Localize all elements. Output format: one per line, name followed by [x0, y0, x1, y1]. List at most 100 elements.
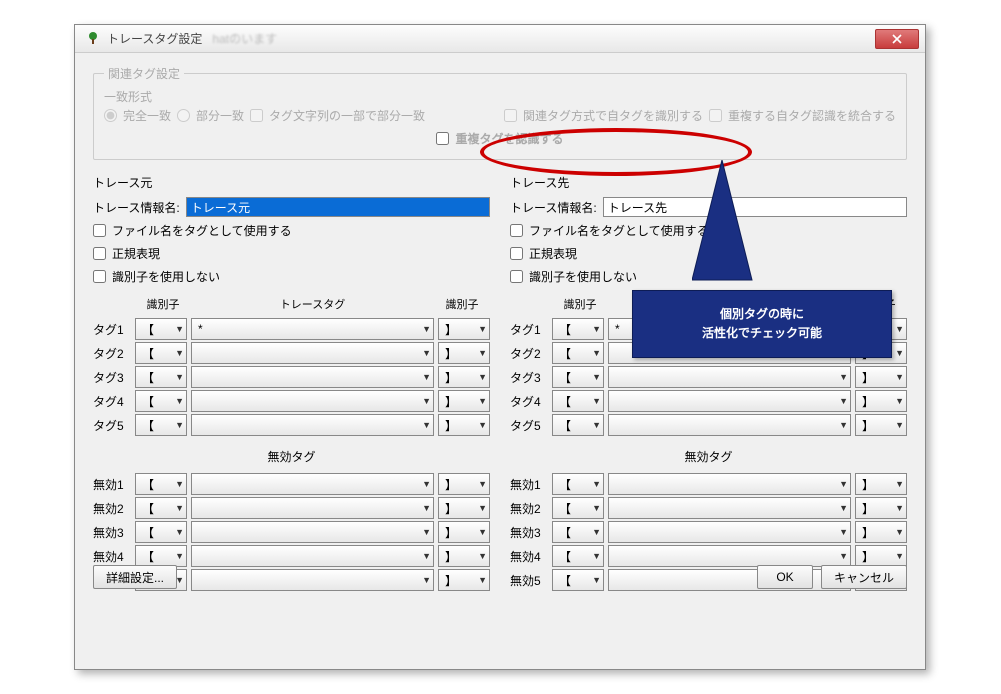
tag-combo[interactable]: ▼	[608, 473, 851, 495]
source-chk-regex[interactable]: 正規表現	[93, 245, 490, 262]
chevron-down-icon: ▼	[839, 503, 848, 513]
id-left-combo[interactable]: 【▼	[552, 390, 604, 412]
cancel-button[interactable]: キャンセル	[821, 565, 907, 589]
ok-button[interactable]: OK	[757, 565, 813, 589]
detail-button[interactable]: 詳細設定...	[93, 565, 177, 589]
dest-chk-no-ident-input[interactable]	[510, 270, 523, 283]
table-row: 無効4 【▼ ▼ 】▼	[93, 545, 490, 567]
close-button[interactable]	[875, 29, 919, 49]
id-right-combo[interactable]: 】▼	[438, 473, 490, 495]
id-right-combo[interactable]: 】▼	[855, 390, 907, 412]
id-right-combo[interactable]: 】▼	[855, 366, 907, 388]
id-right-combo[interactable]: 】▼	[855, 497, 907, 519]
tag-combo[interactable]: ▼	[608, 366, 851, 388]
titlebar: トレースタグ設定 hatのいます	[75, 25, 925, 53]
tag-combo[interactable]: ▼	[608, 545, 851, 567]
callout-pointer-icon	[692, 160, 782, 310]
id-left-combo[interactable]: 【▼	[135, 414, 187, 436]
tag-combo[interactable]: ▼	[191, 366, 434, 388]
table-row: タグ5 【▼ ▼ 】▼	[510, 414, 907, 436]
chevron-down-icon: ▼	[592, 396, 601, 406]
row-label: タグ5	[510, 417, 548, 434]
id-left-combo[interactable]: 【▼	[135, 390, 187, 412]
tag-combo[interactable]: ▼	[608, 521, 851, 543]
table-row: 無効2 【▼ ▼ 】▼	[93, 497, 490, 519]
id-left-combo[interactable]: 【▼	[135, 497, 187, 519]
dest-chk-regex-input[interactable]	[510, 247, 523, 260]
radio-full-match[interactable]: 完全一致	[104, 107, 171, 124]
source-chk-regex-input[interactable]	[93, 247, 106, 260]
tag-combo[interactable]: ▼	[191, 521, 434, 543]
row-label: 無効4	[93, 548, 131, 565]
radio-full-match-input[interactable]	[104, 109, 117, 122]
tag-combo[interactable]: ▼	[191, 473, 434, 495]
id-left-combo[interactable]: 【▼	[552, 318, 604, 340]
id-left-combo[interactable]: 【▼	[552, 342, 604, 364]
source-invalid-label: 無効タグ	[93, 448, 490, 465]
id-right-combo[interactable]: 】▼	[438, 342, 490, 364]
chk-substring[interactable]: タグ文字列の一部で部分一致	[250, 107, 425, 124]
chevron-down-icon: ▼	[895, 372, 904, 382]
tag-combo[interactable]: ▼	[608, 497, 851, 519]
chk-same-row-input[interactable]	[504, 109, 517, 122]
id-left-combo[interactable]: 【▼	[552, 545, 604, 567]
id-left-combo[interactable]: 【▼	[135, 366, 187, 388]
chk-merge-input[interactable]	[709, 109, 722, 122]
chevron-down-icon: ▼	[175, 396, 184, 406]
tag-combo[interactable]: ▼	[191, 545, 434, 567]
id-right-combo[interactable]: 】▼	[438, 497, 490, 519]
source-chk-no-ident-input[interactable]	[93, 270, 106, 283]
source-chk-no-ident[interactable]: 識別子を使用しない	[93, 268, 490, 285]
chevron-down-icon: ▼	[592, 420, 601, 430]
table-row: 無効1 【▼ ▼ 】▼	[93, 473, 490, 495]
id-left-combo[interactable]: 【▼	[135, 342, 187, 364]
tag-combo[interactable]: ▼	[191, 414, 434, 436]
id-left-combo[interactable]: 【▼	[552, 366, 604, 388]
id-left-combo[interactable]: 【▼	[552, 521, 604, 543]
radio-partial-match[interactable]: 部分一致	[177, 107, 244, 124]
id-right-combo[interactable]: 】▼	[855, 521, 907, 543]
id-right-combo[interactable]: 】▼	[855, 545, 907, 567]
chevron-down-icon: ▼	[895, 396, 904, 406]
id-left-combo[interactable]: 【▼	[552, 473, 604, 495]
tag-combo[interactable]: ▼	[191, 342, 434, 364]
id-left-combo[interactable]: 【▼	[135, 473, 187, 495]
chk-same-row[interactable]: 関連タグ方式で自タグを識別する	[504, 107, 703, 124]
id-right-combo[interactable]: 】▼	[438, 545, 490, 567]
chk-merge[interactable]: 重複する自タグ認識を統合する	[709, 107, 896, 124]
dest-chk-filename-input[interactable]	[510, 224, 523, 237]
tag-combo[interactable]: ▼	[191, 390, 434, 412]
bottom-bar: 詳細設定... OK キャンセル	[93, 565, 907, 589]
id-right-combo[interactable]: 】▼	[438, 318, 490, 340]
chk-substring-input[interactable]	[250, 109, 263, 122]
id-right-combo[interactable]: 】▼	[855, 414, 907, 436]
row-label: 無効3	[510, 524, 548, 541]
radio-partial-match-input[interactable]	[177, 109, 190, 122]
source-info-input[interactable]	[186, 197, 490, 217]
id-right-combo[interactable]: 】▼	[438, 414, 490, 436]
source-chk-filename[interactable]: ファイル名をタグとして使用する	[93, 222, 490, 239]
id-right-combo[interactable]: 】▼	[855, 473, 907, 495]
source-chk-filename-input[interactable]	[93, 224, 106, 237]
id-left-combo[interactable]: 【▼	[135, 318, 187, 340]
panels: トレース元 トレース情報名: ファイル名をタグとして使用する 正規表現 識別子を…	[93, 170, 907, 593]
chevron-down-icon: ▼	[422, 479, 431, 489]
tag-combo[interactable]: ▼	[608, 414, 851, 436]
tag-combo[interactable]: ▼	[608, 390, 851, 412]
id-right-combo[interactable]: 】▼	[438, 521, 490, 543]
tag-combo[interactable]: *▼	[191, 318, 434, 340]
tag-combo[interactable]: ▼	[191, 497, 434, 519]
chevron-down-icon: ▼	[422, 551, 431, 561]
id-right-combo[interactable]: 】▼	[438, 390, 490, 412]
row-label: 無効1	[93, 476, 131, 493]
chevron-down-icon: ▼	[592, 324, 601, 334]
chevron-down-icon: ▼	[839, 396, 848, 406]
chk-recognize-dup[interactable]: 重複タグを認識する	[436, 130, 563, 147]
related-legend: 関連タグ設定	[104, 65, 184, 82]
id-left-combo[interactable]: 【▼	[552, 497, 604, 519]
id-left-combo[interactable]: 【▼	[135, 545, 187, 567]
id-left-combo[interactable]: 【▼	[552, 414, 604, 436]
chk-recognize-dup-input[interactable]	[436, 132, 449, 145]
id-right-combo[interactable]: 】▼	[438, 366, 490, 388]
id-left-combo[interactable]: 【▼	[135, 521, 187, 543]
